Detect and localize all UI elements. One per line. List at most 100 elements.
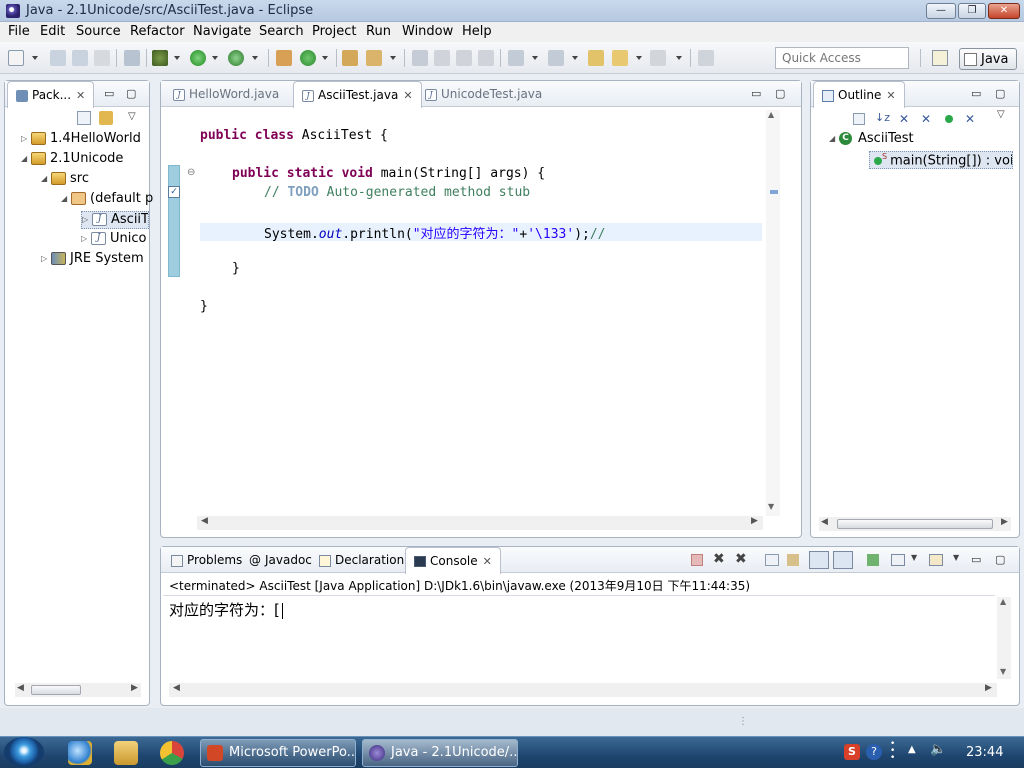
tree-item-jre[interactable]: ▷ JRE System bbox=[41, 251, 144, 269]
collapse-all-icon[interactable] bbox=[853, 113, 865, 125]
outline-method-node[interactable]: Smain(String[]) : void bbox=[869, 151, 1013, 169]
tab-asciitest-java[interactable]: J AsciiTest.java ✕ bbox=[293, 81, 422, 108]
menu-search[interactable]: Search bbox=[259, 24, 304, 39]
menu-file[interactable]: File bbox=[8, 24, 30, 39]
print-icon[interactable] bbox=[94, 50, 110, 66]
tray-dots-icon[interactable]: • • • bbox=[890, 740, 895, 763]
skip-breakpoints-icon[interactable] bbox=[124, 50, 140, 66]
next-annotation-icon[interactable] bbox=[508, 50, 524, 66]
clear-console-icon[interactable] bbox=[765, 554, 779, 566]
debug-icon[interactable] bbox=[152, 50, 168, 66]
expand-icon[interactable]: ▷ bbox=[81, 234, 91, 243]
scroll-lock-icon[interactable] bbox=[787, 554, 799, 566]
run-icon[interactable] bbox=[190, 50, 206, 66]
collapse-all-icon[interactable] bbox=[77, 111, 91, 125]
scroll-down-icon[interactable]: ▼ bbox=[768, 502, 774, 511]
tree-item-asciitest[interactable]: ▷ J AsciiT bbox=[81, 211, 149, 229]
forward-icon[interactable] bbox=[650, 50, 666, 66]
collapse-icon[interactable]: ◢ bbox=[61, 194, 71, 203]
tree-item-project-helloworld[interactable]: ▷ 1.4HelloWorld bbox=[21, 131, 141, 149]
save-all-icon[interactable] bbox=[72, 50, 88, 66]
close-tab-icon[interactable]: ✕ bbox=[483, 555, 492, 568]
menu-source[interactable]: Source bbox=[76, 24, 121, 39]
menu-edit[interactable]: Edit bbox=[40, 24, 65, 39]
pin-editor-icon[interactable] bbox=[698, 50, 714, 66]
start-button[interactable] bbox=[4, 737, 44, 767]
tab-package-explorer[interactable]: Pack... ✕ bbox=[7, 81, 95, 108]
back-dropdown-icon[interactable] bbox=[636, 56, 642, 60]
toggle-mark-icon[interactable] bbox=[412, 50, 428, 66]
forward-dropdown-icon[interactable] bbox=[676, 56, 682, 60]
file-explorer-icon[interactable] bbox=[114, 741, 138, 765]
minimize-view-icon[interactable]: ▭ bbox=[104, 87, 114, 100]
volume-icon[interactable]: 🔈 bbox=[930, 742, 946, 757]
minimize-view-icon[interactable]: ▭ bbox=[971, 87, 981, 100]
expand-icon[interactable]: ▷ bbox=[82, 215, 92, 224]
scroll-left-icon[interactable]: ◀ bbox=[17, 683, 24, 693]
tab-console[interactable]: Console ✕ bbox=[405, 547, 501, 574]
taskbar-app-eclipse[interactable]: Java - 2.1Unicode/... bbox=[362, 739, 518, 767]
fold-icon[interactable]: ⊖ bbox=[187, 167, 195, 178]
scroll-thumb[interactable] bbox=[31, 685, 81, 695]
tree-item-default-package[interactable]: ◢ (default p bbox=[61, 191, 153, 209]
pin-console-icon[interactable] bbox=[867, 554, 879, 566]
java-perspective-button[interactable]: Java bbox=[959, 48, 1017, 70]
editor-hscroll[interactable]: ◀ ▶ bbox=[197, 516, 763, 530]
tab-declaration[interactable]: Declaration bbox=[311, 547, 412, 573]
search-icon[interactable] bbox=[366, 50, 382, 66]
task-marker-icon[interactable]: ✓ bbox=[168, 186, 180, 198]
hide-static-icon[interactable]: ✕ bbox=[921, 112, 931, 126]
scroll-up-icon[interactable]: ▲ bbox=[768, 110, 774, 119]
status-bar-handle[interactable]: ⋮ bbox=[738, 716, 748, 727]
run-dropdown-icon[interactable] bbox=[212, 56, 218, 60]
prev-annotation-dropdown-icon[interactable] bbox=[572, 56, 578, 60]
tab-helloword-java[interactable]: J HelloWord.java bbox=[165, 81, 287, 107]
expand-icon[interactable]: ▷ bbox=[41, 254, 51, 263]
taskbar-app-powerpoint[interactable]: Microsoft PowerPo... bbox=[200, 739, 356, 767]
menu-navigate[interactable]: Navigate bbox=[193, 24, 251, 39]
external-dropdown-icon[interactable] bbox=[252, 56, 258, 60]
console-output[interactable]: 对应的字符为：[ bbox=[169, 599, 283, 620]
new-dropdown-icon[interactable] bbox=[32, 56, 38, 60]
close-tab-icon[interactable]: ✕ bbox=[886, 89, 895, 102]
open-console-dropdown-icon[interactable]: ▼ bbox=[953, 553, 959, 562]
menu-refactor[interactable]: Refactor bbox=[130, 24, 185, 39]
new-icon[interactable] bbox=[8, 50, 24, 66]
console-vscroll[interactable]: ▲ ▼ bbox=[997, 597, 1011, 679]
sort-icon[interactable]: ↓z bbox=[875, 111, 890, 124]
quick-access-input[interactable] bbox=[775, 47, 909, 69]
show-on-stderr-icon[interactable] bbox=[833, 551, 853, 569]
menu-project[interactable]: Project bbox=[312, 24, 356, 39]
terminate-icon[interactable] bbox=[691, 554, 703, 566]
maximize-view-icon[interactable]: ▢ bbox=[995, 553, 1005, 566]
save-icon[interactable] bbox=[50, 50, 66, 66]
link-with-editor-icon[interactable] bbox=[99, 111, 113, 125]
expand-icon[interactable]: ▷ bbox=[21, 134, 31, 143]
outline-hscroll[interactable]: ◀ ▶ bbox=[819, 517, 1011, 531]
open-type-icon[interactable] bbox=[342, 50, 358, 66]
view-menu-icon[interactable]: ▽ bbox=[997, 109, 1005, 120]
remove-launch-icon[interactable]: ✖ bbox=[713, 551, 725, 567]
new-class-icon[interactable] bbox=[300, 50, 316, 66]
console-hscroll[interactable]: ◀ ▶ bbox=[169, 683, 997, 697]
collapse-icon[interactable]: ◢ bbox=[829, 134, 839, 143]
scroll-right-icon[interactable]: ▶ bbox=[1001, 517, 1008, 527]
search-dropdown-icon[interactable] bbox=[390, 56, 396, 60]
hide-fields-icon[interactable]: ✕ bbox=[899, 112, 909, 126]
minimize-view-icon[interactable]: ▭ bbox=[971, 553, 981, 566]
internet-explorer-icon[interactable] bbox=[68, 741, 92, 765]
tab-problems[interactable]: Problems bbox=[163, 547, 250, 573]
menu-run[interactable]: Run bbox=[366, 24, 391, 39]
back-icon[interactable] bbox=[612, 50, 628, 66]
close-tab-icon[interactable]: ✕ bbox=[76, 89, 85, 102]
display-console-icon[interactable] bbox=[891, 554, 905, 566]
package-explorer-hscroll[interactable]: ◀ ▶ bbox=[15, 683, 141, 697]
help-icon[interactable]: ? bbox=[866, 744, 882, 760]
maximize-view-icon[interactable]: ▢ bbox=[775, 87, 785, 100]
chrome-icon[interactable] bbox=[160, 741, 184, 765]
outline-class-node[interactable]: ◢ C AsciiTest bbox=[829, 131, 914, 149]
scroll-right-icon[interactable]: ▶ bbox=[131, 683, 138, 693]
tree-item-project-unicode[interactable]: ◢ 2.1Unicode bbox=[21, 151, 123, 169]
scroll-right-icon[interactable]: ▶ bbox=[751, 516, 758, 526]
prev-annotation-icon[interactable] bbox=[548, 50, 564, 66]
